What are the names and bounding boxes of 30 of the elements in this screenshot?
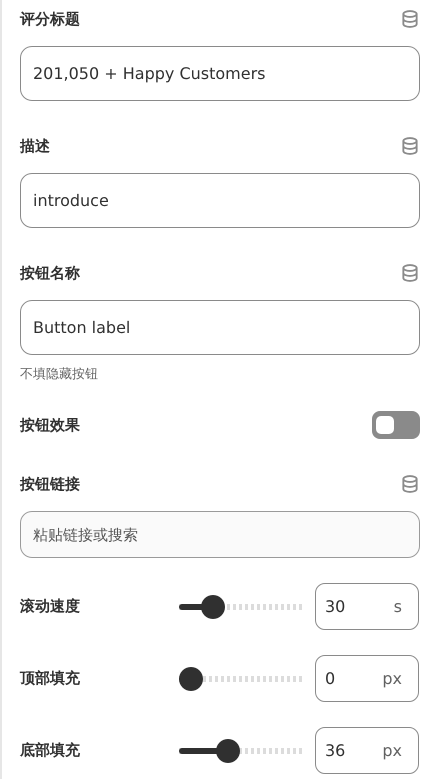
field-label: 滚动速度 <box>20 597 81 616</box>
slider-thumb[interactable] <box>216 738 240 762</box>
unit-label: px <box>382 669 402 688</box>
database-icon <box>400 9 420 29</box>
text-field[interactable]: Button label <box>20 300 420 355</box>
text-field[interactable]: introduce <box>20 173 420 228</box>
field-label: 顶部填充 <box>20 669 81 688</box>
field-label: 描述 <box>20 136 50 156</box>
text-field[interactable]: 201,050 + Happy Customers <box>20 46 420 101</box>
database-icon <box>400 136 420 156</box>
number-value: 30 <box>325 597 346 616</box>
number-value: 36 <box>325 741 346 760</box>
field-label: 评分标题 <box>20 10 80 28</box>
unit-label: s <box>394 597 402 616</box>
field-label: 按钮链接 <box>20 474 80 494</box>
unit-label: px <box>382 741 402 760</box>
database-icon <box>400 474 420 494</box>
field-label: 按钮效果 <box>20 416 80 434</box>
number-field[interactable]: 0 px <box>315 655 419 702</box>
link-field[interactable]: 粘贴链接或搜索 <box>20 511 420 558</box>
number-field[interactable]: 30 s <box>315 583 419 630</box>
toggle-switch[interactable] <box>372 411 420 439</box>
database-icon <box>400 263 420 283</box>
field-label: 按钮名称 <box>20 264 80 282</box>
number-field[interactable]: 36 px <box>315 727 419 774</box>
hint-text: 不填隐藏按钮 <box>20 366 99 383</box>
field-label: 底部填充 <box>20 741 81 760</box>
slider-thumb[interactable] <box>179 666 203 690</box>
number-value: 0 <box>325 669 336 688</box>
slider-thumb[interactable] <box>200 594 225 618</box>
